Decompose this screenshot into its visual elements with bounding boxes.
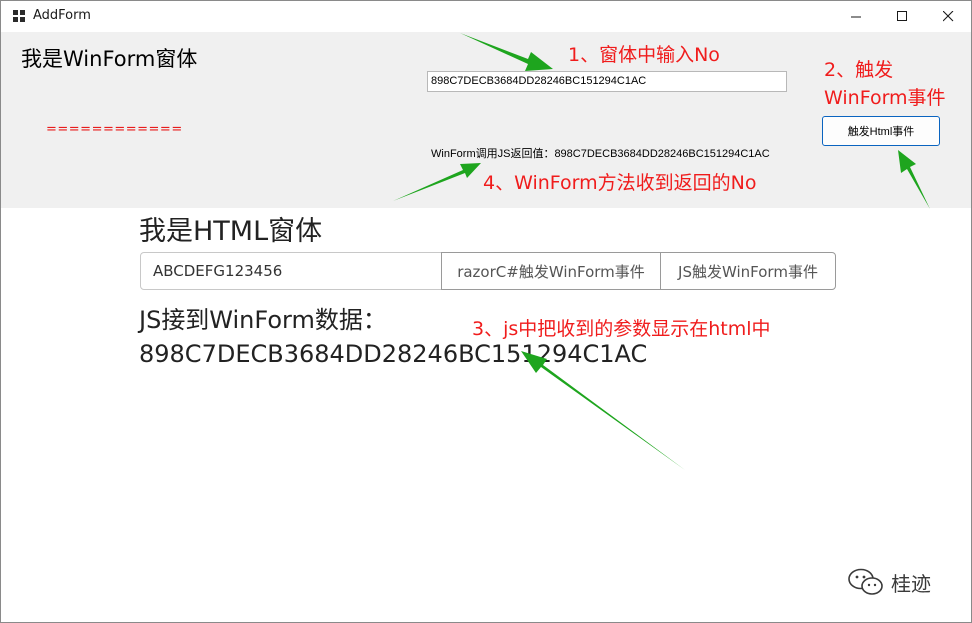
app-icon — [13, 10, 25, 22]
html-input-group: ABCDEFG123456 razorC#触发WinForm事件 JS触发Win… — [140, 252, 836, 290]
watermark: 桂迹 — [847, 567, 931, 597]
winform-result-label: WinForm调用JS返回值：898C7DECB3684DD28246BC151… — [431, 148, 770, 160]
minimize-icon — [850, 16, 861, 18]
winform-status-label: ============ — [46, 122, 183, 137]
js-received-label: JS接到WinForm数据： — [139, 306, 387, 334]
close-icon — [942, 11, 953, 22]
js-trigger-winform-button[interactable]: JS触发WinForm事件 — [660, 252, 836, 290]
razor-trigger-winform-button[interactable]: razorC#触发WinForm事件 — [441, 252, 661, 290]
winform-no-input[interactable]: 898C7DECB3684DD28246BC151294C1AC — [427, 71, 787, 92]
js-received-value: 898C7DECB3684DD28246BC151294C1AC — [139, 340, 648, 368]
trigger-html-event-button[interactable]: 触发Html事件 — [822, 116, 940, 146]
annotation-step3: 3、js中把收到的参数显示在html中 — [472, 318, 771, 340]
close-button[interactable] — [925, 1, 971, 32]
maximize-icon — [896, 11, 907, 21]
wechat-icon — [848, 568, 883, 595]
app-window: AddForm 我是WinForm窗体 ============ 898C7DE… — [0, 0, 972, 623]
annotation-step1: 1、窗体中输入No — [568, 44, 720, 66]
html-title: 我是HTML窗体 — [139, 216, 323, 247]
window-title: AddForm — [33, 8, 91, 23]
minimize-button[interactable] — [833, 1, 879, 32]
annotation-step2-line1: 2、触发 — [824, 59, 894, 81]
annotation-step4: 4、WinForm方法收到返回的No — [483, 172, 757, 194]
maximize-button[interactable] — [879, 1, 925, 32]
winform-title: 我是WinForm窗体 — [21, 47, 198, 71]
title-bar[interactable]: AddForm — [1, 1, 971, 32]
watermark-text: 桂迹 — [891, 571, 931, 596]
annotation-step2-line2: WinForm事件 — [824, 87, 946, 109]
html-no-input[interactable]: ABCDEFG123456 — [140, 252, 442, 290]
